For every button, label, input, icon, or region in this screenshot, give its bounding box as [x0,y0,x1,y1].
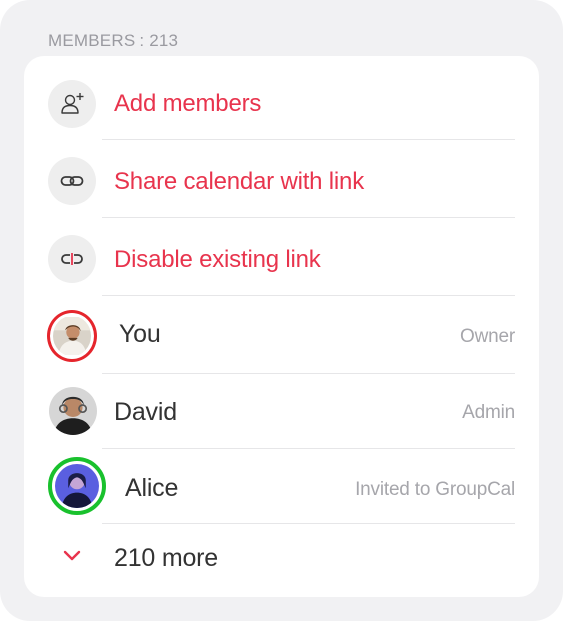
member-name: Alice [125,474,179,502]
broken-link-icon [48,235,96,283]
avatar-alice [48,457,106,515]
disable-link-label: Disable existing link [114,246,321,273]
avatar-image [53,316,91,356]
member-row-alice[interactable]: Alice Invited to GroupCal [24,449,539,524]
add-members-label: Add members [114,90,262,117]
more-members-row[interactable]: 210 more [24,524,539,597]
members-panel: MEMBERS : 213 Add members Share calendar… [0,0,563,621]
chevron-down-icon [60,544,84,568]
more-members-label: 210 more [114,544,219,572]
member-row-david[interactable]: David Admin [24,374,539,449]
avatar-image [49,387,97,435]
member-name: You [119,320,161,348]
member-role: Admin [462,402,515,423]
members-count: : 213 [139,31,179,50]
avatar-ring-green [48,457,106,515]
link-icon [48,157,96,205]
avatar-you [47,310,97,362]
avatar-ring-red [47,310,97,362]
add-person-icon [48,80,96,128]
member-role: Owner [460,326,515,347]
disable-link-row[interactable]: Disable existing link [24,218,539,296]
members-header-label: MEMBERS [48,31,136,50]
members-card: Add members Share calendar with link Dis… [24,56,539,597]
add-members-row[interactable]: Add members [24,56,539,140]
avatar-image [55,464,99,508]
avatar-david [48,386,98,436]
share-calendar-link-label: Share calendar with link [114,168,365,195]
member-row-you[interactable]: You Owner [24,296,539,374]
members-header: MEMBERS : 213 [48,31,178,51]
member-role: Invited to GroupCal [355,479,515,500]
member-name: David [114,398,177,426]
share-calendar-link-row[interactable]: Share calendar with link [24,140,539,218]
